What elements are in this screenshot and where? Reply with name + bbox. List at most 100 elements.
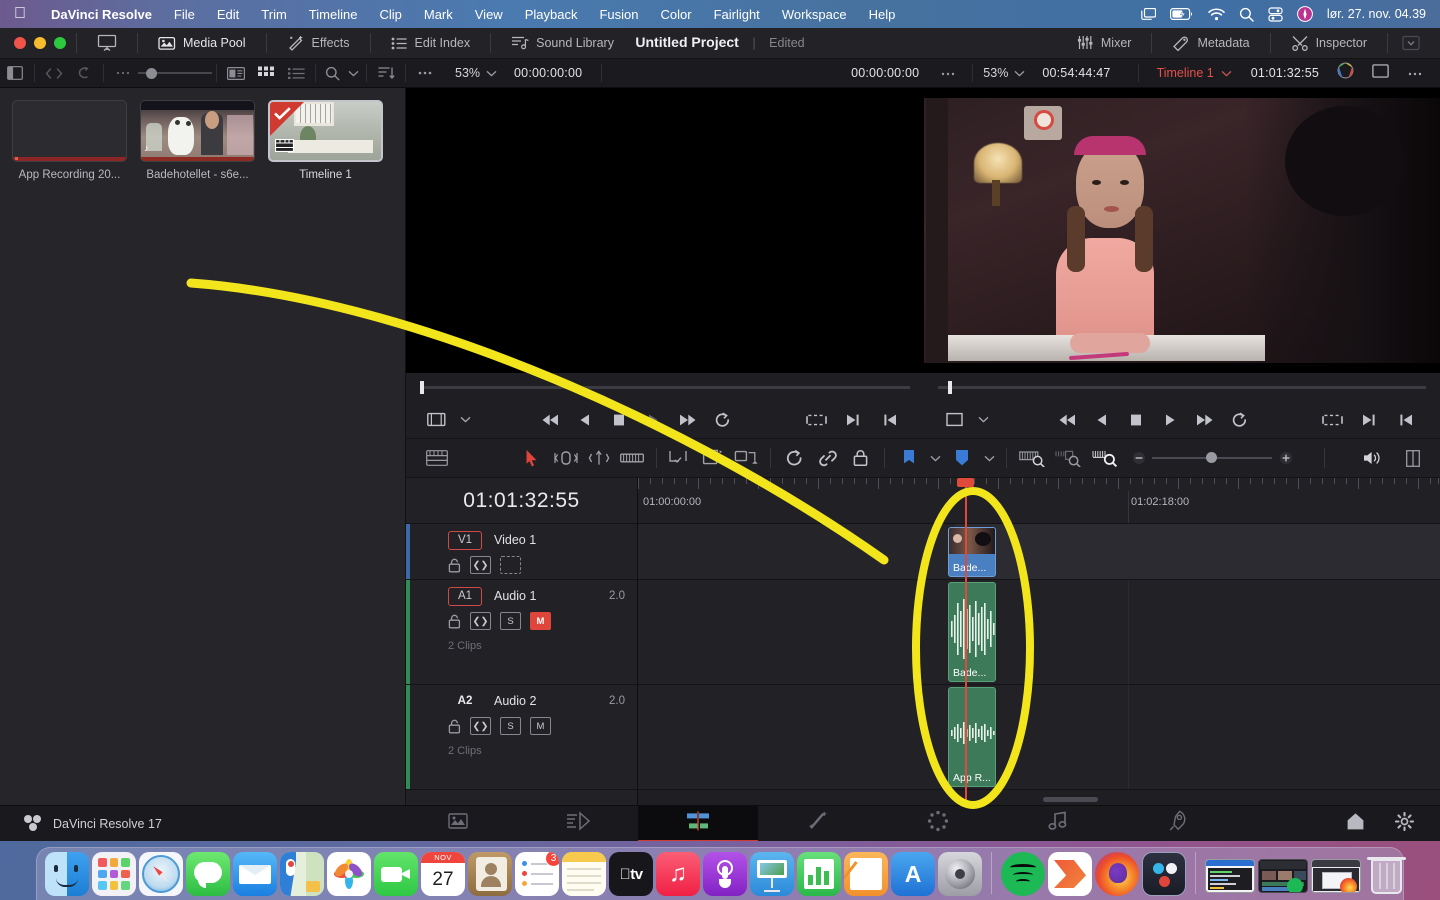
flag-clip-icon[interactable] (697, 438, 730, 478)
dock-app-finder[interactable] (45, 852, 89, 896)
timeline-select-chevron-icon[interactable] (1214, 64, 1242, 82)
timeline-zoom-slider[interactable] (1152, 452, 1273, 463)
search-icon[interactable] (320, 59, 344, 88)
minimized-window-browser[interactable] (1311, 859, 1361, 893)
dock-app-notes[interactable] (562, 852, 606, 896)
timeline-clip-a2[interactable]: App R... (948, 687, 996, 787)
timeline-scrubber[interactable] (924, 373, 1440, 401)
zoom-slider-knob[interactable] (1206, 452, 1218, 463)
color-wheel-icon[interactable] (1328, 62, 1363, 84)
fullscreen-icon[interactable] (1363, 63, 1398, 83)
menu-item-view[interactable]: View (464, 7, 514, 22)
dock-app-calendar[interactable]: NOV 27 (421, 852, 465, 896)
more-options-icon[interactable] (108, 59, 138, 88)
timeline-mode-chevron-icon[interactable] (972, 416, 994, 423)
menu-item-edit[interactable]: Edit (206, 7, 250, 22)
track-name-a2[interactable]: Audio 2 (494, 694, 536, 708)
timeline-ruler[interactable]: 01:00:00:00 01:02:18:00 (638, 478, 1440, 524)
menu-bar-clock[interactable]: lør. 27. nov. 04.39 (1327, 7, 1426, 21)
thumbnail-size-slider[interactable] (138, 59, 212, 88)
track-channel-config-a1[interactable]: 2.0 (609, 590, 625, 602)
project-settings-gear-icon[interactable] (1394, 811, 1415, 836)
scrubber-playhead[interactable] (420, 380, 424, 394)
minimized-window-editor[interactable] (1205, 859, 1255, 893)
dock-app-messages[interactable] (186, 852, 230, 896)
loop-icon[interactable] (704, 412, 740, 428)
dock-app-maps[interactable] (280, 852, 324, 896)
timeline-zoom-chevron-icon[interactable] (1014, 64, 1033, 82)
position-lock-icon[interactable] (730, 438, 763, 478)
minimize-button[interactable] (34, 37, 46, 49)
zoom-to-fit-icon[interactable] (1014, 438, 1051, 478)
more-options-icon[interactable] (410, 59, 440, 88)
edit-page-button[interactable] (637, 805, 758, 842)
loop-icon[interactable] (1221, 412, 1257, 428)
menu-item-fusion[interactable]: Fusion (588, 7, 649, 22)
dock-app-pages[interactable] (844, 852, 888, 896)
play-forward-icon[interactable] (1153, 413, 1187, 427)
menu-item-davinci-resolve[interactable]: DaVinci Resolve (40, 7, 163, 22)
scrubber-track[interactable] (938, 380, 1426, 394)
track-header-a1[interactable]: A1 Audio 1 2.0 ❮❯ S M 2 Clips (406, 580, 637, 685)
navigate-back-forward-icon[interactable] (39, 59, 69, 88)
mixer-button[interactable]: Mixer (1067, 28, 1142, 59)
source-mode-icon[interactable] (418, 412, 454, 427)
menu-item-mark[interactable]: Mark (413, 7, 464, 22)
timeline-mode-icon[interactable] (936, 412, 972, 427)
track-header-a2[interactable]: A2 Audio 2 2.0 ❮❯ S M 2 Clips (406, 685, 637, 790)
apple-menu-icon[interactable]:  (14, 6, 26, 22)
dock-app-app-store[interactable]: A (891, 852, 935, 896)
play-reverse-icon[interactable] (1085, 413, 1119, 427)
source-mode-chevron-icon[interactable] (454, 416, 476, 423)
mark-in-out-icon[interactable] (1314, 413, 1350, 427)
jump-to-start-icon[interactable] (534, 413, 568, 427)
media-pool-item[interactable]: App Recording 20... (12, 100, 127, 181)
track-id-badge-a1[interactable]: A1 (448, 586, 482, 606)
marker-chevron-icon[interactable] (979, 438, 999, 478)
solo-button-a2[interactable]: S (500, 717, 521, 735)
dock-app-keynote[interactable] (750, 852, 794, 896)
source-zoom-chevron-icon[interactable] (486, 64, 505, 82)
retime-controls-icon[interactable] (778, 438, 811, 478)
zoom-detail-icon[interactable] (1051, 438, 1088, 478)
timeline-lane-a2[interactable]: App R... (638, 685, 1440, 790)
media-pool-item[interactable]: ♪ Badehotellet - s6e... (140, 100, 255, 181)
fairlight-page-button[interactable] (998, 806, 1118, 842)
track-id-badge-a2[interactable]: A2 (448, 692, 482, 711)
dock-app-apple-tv[interactable]: tv (609, 852, 653, 896)
jump-to-start-icon[interactable] (1051, 413, 1085, 427)
timeline-lane-a1[interactable]: Bade... (638, 580, 1440, 685)
snapping-icon[interactable] (663, 438, 696, 478)
track-header-v1[interactable]: V1 Video 1 ❮❯ (406, 524, 637, 580)
lock-icon[interactable] (448, 558, 461, 573)
search-dropdown-chevron-icon[interactable] (344, 59, 362, 88)
dock-app-firefox[interactable] (1095, 852, 1139, 896)
fast-forward-icon[interactable] (1187, 413, 1221, 427)
selection-mode-icon[interactable] (516, 438, 549, 478)
dock-app-contacts[interactable] (468, 852, 512, 896)
dock-app-launchpad[interactable] (92, 852, 136, 896)
more-options-icon[interactable] (1398, 64, 1432, 82)
effects-button[interactable]: Effects (277, 28, 360, 59)
next-edit-icon[interactable] (834, 413, 870, 427)
minimized-window-resolve[interactable] (1258, 859, 1308, 893)
deliver-page-button[interactable] (1118, 806, 1238, 842)
link-clips-icon[interactable] (811, 438, 844, 478)
timeline-zoom-value[interactable]: 53% (977, 66, 1014, 80)
media-pool-item[interactable]: Timeline 1 (268, 100, 383, 181)
timeline-lane-v1[interactable]: Bade... (638, 524, 1440, 580)
timeline-view-options-icon[interactable] (420, 438, 453, 478)
more-options-icon[interactable] (928, 64, 968, 82)
timeline-name[interactable]: Timeline 1 (1157, 66, 1214, 80)
razor-edit-icon[interactable] (615, 438, 648, 478)
sound-library-button[interactable]: Sound Library (501, 28, 624, 59)
zoom-in-button[interactable] (1272, 438, 1300, 478)
thumbnail-view-icon[interactable] (251, 59, 281, 88)
marker-icon[interactable] (946, 438, 979, 478)
list-view-icon[interactable] (281, 59, 311, 88)
timeline-playhead-handle[interactable] (957, 478, 974, 487)
flag-chevron-icon[interactable] (925, 438, 945, 478)
metadata-button[interactable]: Metadata (1162, 28, 1259, 59)
project-manager-home-icon[interactable] (1346, 812, 1365, 836)
scrubber-track[interactable] (420, 380, 910, 394)
